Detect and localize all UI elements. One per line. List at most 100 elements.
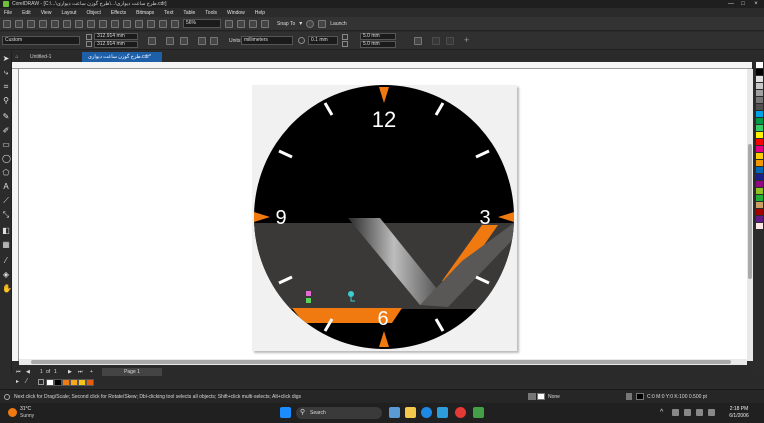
wifi-icon[interactable] [684, 409, 691, 416]
gear-icon[interactable] [306, 19, 315, 28]
show-grid-icon[interactable] [249, 19, 257, 28]
undo-icon[interactable] [111, 19, 119, 28]
document-swatch[interactable] [62, 379, 70, 386]
palette-swatch[interactable] [756, 160, 763, 166]
horizontal-scroll-thumb[interactable] [31, 360, 731, 364]
align-icon[interactable] [446, 37, 454, 45]
clock-artwork[interactable]: 12 3 6 9 [252, 85, 517, 351]
palette-swatch[interactable] [756, 209, 763, 215]
current-page-icon[interactable] [210, 37, 218, 45]
document-swatch[interactable] [70, 379, 78, 386]
weather-temp[interactable]: 31°C [20, 406, 31, 412]
units-dropdown[interactable]: millimeters [241, 36, 293, 45]
home-icon[interactable]: ⌂ [12, 52, 22, 62]
horizontal-scrollbar[interactable] [19, 359, 747, 365]
save-icon[interactable] [27, 19, 35, 28]
vertical-ruler[interactable] [12, 69, 19, 361]
palette-swatch[interactable] [756, 146, 763, 152]
nudge-distance-input[interactable]: 0.1 mm [308, 36, 338, 45]
import-icon[interactable] [147, 19, 155, 28]
palette-swatch[interactable] [756, 223, 763, 229]
menu-help[interactable]: Help [255, 10, 265, 16]
store-icon[interactable] [437, 407, 448, 418]
minimize-button[interactable]: — [725, 0, 737, 8]
transform-icon[interactable] [432, 37, 440, 45]
document-swatch[interactable] [78, 379, 86, 386]
launch-dropdown[interactable]: Launch [330, 21, 346, 27]
print-icon[interactable] [63, 19, 71, 28]
palette-swatch[interactable] [756, 69, 763, 75]
portrait-icon[interactable] [166, 37, 174, 45]
search-content-icon[interactable] [135, 19, 143, 28]
palette-swatch[interactable] [756, 188, 763, 194]
no-color-swatch[interactable] [38, 379, 44, 385]
palette-swatch[interactable] [756, 139, 763, 145]
plus-icon[interactable]: + [464, 35, 469, 45]
maximize-button[interactable]: □ [737, 0, 749, 8]
palette-swatch[interactable] [756, 97, 763, 103]
palette-swatch[interactable] [756, 111, 763, 117]
palette-swatch[interactable] [756, 174, 763, 180]
edge-browser-icon[interactable] [421, 407, 432, 418]
tab-page-1[interactable]: Page 1 [102, 368, 162, 376]
weather-desc[interactable]: Sunny [20, 413, 34, 419]
open-folder-icon[interactable] [15, 19, 23, 28]
prev-page-icon[interactable]: ◀ [26, 368, 30, 376]
windows-start-icon[interactable] [280, 407, 291, 418]
vertical-scroll-thumb[interactable] [748, 144, 752, 279]
cut-icon[interactable] [75, 19, 83, 28]
palette-swatch[interactable] [756, 62, 763, 68]
full-screen-icon[interactable] [225, 19, 233, 28]
coreldraw-taskbar-icon[interactable] [473, 407, 484, 418]
menu-layout[interactable]: Layout [61, 10, 76, 16]
search-box[interactable]: ⚲ Search [296, 407, 382, 419]
duplicate-distance-x-input[interactable]: 5.0 mm [360, 33, 396, 40]
menu-table[interactable]: Table [183, 10, 195, 16]
chevron-down-icon[interactable]: ▾ [299, 20, 302, 27]
next-page-icon[interactable]: ▶ [68, 368, 72, 376]
artistic-media-icon[interactable]: ✐ [2, 127, 10, 135]
menu-effects[interactable]: Effects [111, 10, 126, 16]
palette-swatch[interactable] [756, 195, 763, 201]
menu-file[interactable]: File [4, 10, 12, 16]
menu-bitmaps[interactable]: Bitmaps [136, 10, 154, 16]
parallel-dimension-icon[interactable]: ⟋ [2, 197, 10, 205]
publish-pdf-icon[interactable] [171, 19, 179, 28]
weather-sun-icon[interactable] [8, 408, 17, 417]
launch-icon[interactable] [318, 19, 327, 28]
first-page-icon[interactable]: ⏮ [16, 368, 21, 376]
volume-icon[interactable] [696, 409, 703, 416]
play-icon[interactable]: ▸ [16, 378, 19, 385]
new-document-icon[interactable] [3, 19, 11, 28]
chevron-up-icon[interactable]: ^ [660, 409, 663, 416]
file-explorer-icon[interactable] [389, 407, 400, 418]
document-swatch[interactable] [46, 379, 54, 386]
polygon-tool-icon[interactable]: ⬠ [2, 169, 10, 177]
show-guidelines-icon[interactable] [261, 19, 269, 28]
page-height-input[interactable]: 312.914 mm [94, 41, 138, 48]
tab-untitled[interactable]: Untitled-1 [24, 52, 82, 62]
rotation-center-icon[interactable] [348, 291, 354, 297]
clock-time[interactable]: 2:18 PM [722, 406, 756, 412]
zoom-level-input[interactable]: 56% [183, 19, 221, 28]
freehand-tool-icon[interactable]: ✎ [2, 113, 10, 121]
copy-icon[interactable] [87, 19, 95, 28]
smart-fill-icon[interactable]: ✋ [2, 285, 12, 293]
tab-active-document[interactable]: طرح گوزن ساعت دیواری.cdr* [82, 52, 162, 62]
selection-handle-icon[interactable] [306, 298, 311, 303]
palette-swatch[interactable] [756, 216, 763, 222]
menu-text[interactable]: Text [164, 10, 173, 16]
ellipse-tool-icon[interactable]: ◯ [2, 155, 11, 163]
close-button[interactable]: × [750, 0, 762, 8]
document-swatch[interactable] [86, 379, 94, 386]
zoom-tool-icon[interactable]: ⚲ [2, 97, 10, 105]
add-page-icon[interactable]: + [90, 368, 93, 376]
export-icon[interactable] [159, 19, 167, 28]
network-icon[interactable] [672, 409, 679, 416]
all-pages-icon[interactable] [198, 37, 206, 45]
palette-swatch[interactable] [756, 132, 763, 138]
redo-icon[interactable] [123, 19, 131, 28]
last-page-icon[interactable]: ⏭ [78, 368, 83, 376]
palette-swatch[interactable] [756, 76, 763, 82]
menu-window[interactable]: Window [227, 10, 245, 16]
